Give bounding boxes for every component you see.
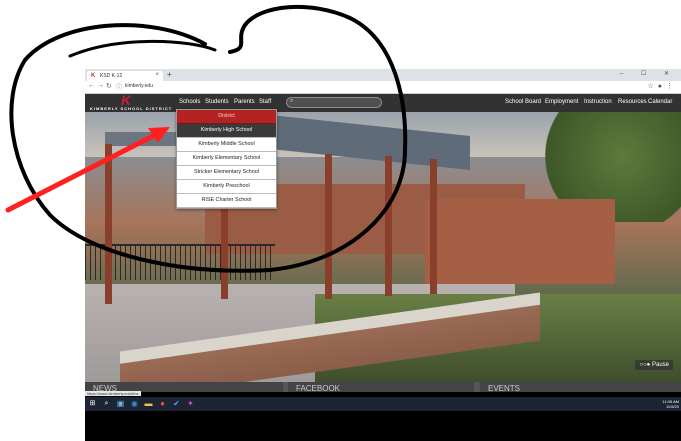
task-view-icon[interactable]: ▣ [116,399,125,408]
nav-resources[interactable]: Resources [618,99,647,105]
nav-instruction[interactable]: Instruction [584,99,612,105]
panel-facebook[interactable]: FACEBOOK [288,382,474,392]
nav-school-board[interactable]: School Board [505,99,541,105]
kimberly-website: K KIMBERLY SCHOOL DISTRICT Schools Stude… [85,94,681,385]
dropdown-item-kimberly-preschool[interactable]: Kimberly Preschool [177,180,276,194]
site-search-input[interactable]: ⌕ [286,97,382,108]
reload-icon[interactable]: ↻ [106,82,112,90]
browser-toolbar-icons[interactable]: ☆●⋮ [647,82,677,90]
dropdown-item-kimberly-middle-school[interactable]: Kimberly Middle School [177,138,276,152]
tab-title: KSD K-12 [100,73,123,79]
dropdown-item-district[interactable]: District [177,110,276,124]
kimberly-favicon-icon: K [91,73,96,79]
nav-students[interactable]: Students [205,99,229,105]
edge-icon[interactable]: ◉ [130,399,139,408]
app-icon[interactable]: ✦ [186,399,195,408]
dropdown-item-rise-charter-school[interactable]: RISE Charter School [177,194,276,208]
nav-parents[interactable]: Parents [234,99,255,105]
slide-dots-icon[interactable]: ○○● [639,362,652,368]
canopy-post [385,156,392,296]
windows-start-icon[interactable]: ⊞ [88,399,97,408]
tab-close-icon[interactable]: × [155,72,159,78]
canopy-post [430,159,437,294]
back-arrow-icon[interactable]: ← [88,82,95,89]
iron-fence [85,244,275,280]
chrome-icon[interactable]: ● [158,399,167,408]
dropdown-item-kimberly-high-school[interactable]: Kimberly High School [177,124,276,138]
panel-events[interactable]: EVENTS [480,382,681,392]
app-icon[interactable]: ✔ [172,399,181,408]
canopy-post [105,144,112,304]
nav-calendar[interactable]: Calendar [648,99,672,105]
taskbar-clock[interactable]: 11:05 AM 11/5/20 [662,399,679,409]
slideshow-pause-button[interactable]: ○○● Pause [635,360,673,370]
search-icon[interactable]: ⌕ [102,399,111,408]
browser-tab[interactable]: K KSD K-12 × [87,71,163,81]
nav-schools[interactable]: Schools [179,99,200,105]
canopy-post [325,154,332,299]
dropdown-item-stricker-elementary-school[interactable]: Stricker Elementary School [177,166,276,180]
new-tab-button[interactable]: + [167,70,172,79]
forward-arrow-icon[interactable]: → [97,82,104,89]
screenshot-screen: K KSD K-12 × + – ☐ ✕ ← → ↻ ⓘ kimberly.ed… [85,69,681,441]
window-controls[interactable]: – ☐ ✕ [620,70,677,77]
nav-employment[interactable]: Employment [545,99,578,105]
address-bar: ← → ↻ ⓘ kimberly.edu ☆●⋮ [85,81,681,94]
hand-drawn-circle-inner [68,39,217,58]
schools-dropdown-menu: District Kimberly High School Kimberly M… [176,109,277,209]
status-bar-url: https://www.kimberly.edu/hhs [85,391,141,396]
site-info-icon[interactable]: ⓘ [116,82,122,91]
browser-tab-bar: K KSD K-12 × + – ☐ ✕ [85,69,681,81]
windows-taskbar: ⊞ ⌕ ▣ ◉ ▬ ● ✔ ✦ 11:05 AM 11/5/20 [85,397,681,411]
url-field[interactable]: kimberly.edu [125,83,153,89]
bottom-panels: NEWS FACEBOOK EVENTS [85,382,681,392]
nav-staff[interactable]: Staff [259,99,271,105]
dropdown-item-kimberly-elementary-school[interactable]: Kimberly Elementary School [177,152,276,166]
site-header: K KIMBERLY SCHOOL DISTRICT Schools Stude… [85,94,681,112]
district-logo-text[interactable]: KIMBERLY SCHOOL DISTRICT [90,106,172,111]
brick-wall-right [425,199,615,284]
search-icon: ⌕ [290,98,294,104]
file-explorer-icon[interactable]: ▬ [144,399,153,408]
clock-date: 11/5/20 [665,404,679,409]
